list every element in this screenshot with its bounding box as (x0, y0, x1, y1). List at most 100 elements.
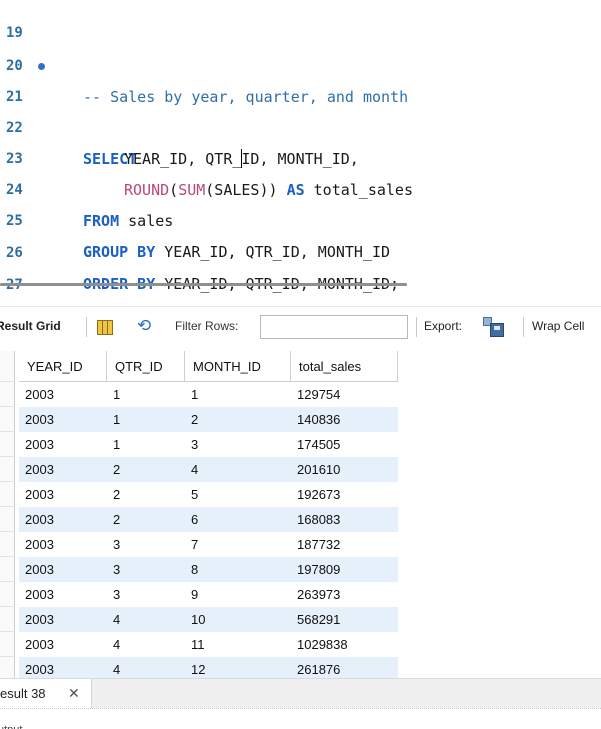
cell-year-id[interactable]: 2003 (19, 582, 107, 607)
cell-month-id[interactable]: 1 (185, 382, 291, 407)
code-line-20[interactable]: 20 -- Sales by year, quarter, and month (0, 20, 601, 106)
table-row[interactable]: 2003 3 7 187732 (0, 532, 398, 557)
result-toolbar: Result Grid ⟲ Filter Rows: Export: Wrap … (0, 306, 601, 346)
row-header[interactable] (0, 382, 15, 407)
table-row[interactable]: 2003 1 3 174505 (0, 432, 398, 457)
code-line-21[interactable]: 21 SELECT (0, 51, 601, 168)
table-row[interactable]: 2003 4 10 568291 (0, 607, 398, 632)
cell-total-sales[interactable]: 140836 (291, 407, 398, 432)
row-header[interactable] (0, 457, 15, 482)
cell-qtr-id[interactable]: 3 (107, 557, 185, 582)
table-row[interactable]: 2003 3 9 263973 (0, 582, 398, 607)
cell-year-id[interactable]: 2003 (19, 482, 107, 507)
row-header[interactable] (0, 482, 15, 507)
cell-year-id[interactable]: 2003 (19, 632, 107, 657)
cell-total-sales[interactable]: 263973 (291, 582, 398, 607)
code-line-23[interactable]: 23 ROUND(SUM(SALES)) AS total_sales (0, 113, 601, 199)
cell-qtr-id[interactable]: 2 (107, 482, 185, 507)
cell-year-id[interactable]: 2003 (19, 457, 107, 482)
cell-month-id[interactable]: 9 (185, 582, 291, 607)
cell-year-id[interactable]: 2003 (19, 432, 107, 457)
cell-total-sales[interactable]: 197809 (291, 557, 398, 582)
cell-month-id[interactable]: 5 (185, 482, 291, 507)
cell-total-sales[interactable]: 192673 (291, 482, 398, 507)
editor-horizontal-scrollbar[interactable] (0, 283, 407, 286)
cell-month-id[interactable]: 3 (185, 432, 291, 457)
cell-year-id[interactable]: 2003 (19, 507, 107, 532)
cell-total-sales[interactable]: 129754 (291, 382, 398, 407)
cell-year-id[interactable]: 2003 (19, 382, 107, 407)
cell-qtr-id[interactable]: 2 (107, 457, 185, 482)
cell-month-id[interactable]: 4 (185, 457, 291, 482)
cell-qtr-id[interactable]: 2 (107, 507, 185, 532)
refresh-icon[interactable]: ⟲ (137, 317, 151, 334)
cell-qtr-id[interactable]: 3 (107, 532, 185, 557)
cell-month-id[interactable]: 12 (185, 657, 291, 678)
cell-qtr-id[interactable]: 3 (107, 582, 185, 607)
cell-year-id[interactable]: 2003 (19, 607, 107, 632)
cell-year-id[interactable]: 2003 (19, 532, 107, 557)
result-tab-label: esult 38 (0, 686, 46, 701)
form-editor-icon[interactable] (97, 320, 113, 335)
column-header-month-id[interactable]: MONTH_ID (185, 351, 291, 382)
table-row[interactable]: 2003 2 4 201610 (0, 457, 398, 482)
cell-month-id[interactable]: 6 (185, 507, 291, 532)
row-header[interactable] (0, 432, 15, 457)
row-header[interactable] (0, 657, 15, 678)
output-panel-header: utput (0, 708, 601, 729)
row-header[interactable] (0, 407, 15, 432)
table-row[interactable]: 2003 2 5 192673 (0, 482, 398, 507)
table-row[interactable]: 2003 1 1 129754 (0, 382, 398, 407)
cell-qtr-id[interactable]: 4 (107, 632, 185, 657)
result-grid-button[interactable]: Result Grid (0, 319, 61, 333)
column-header-qtr-id[interactable]: QTR_ID (107, 351, 185, 382)
code-line-19[interactable]: 19 (0, 0, 601, 41)
cell-total-sales[interactable]: 168083 (291, 507, 398, 532)
filter-rows-input[interactable] (260, 315, 408, 339)
table-row[interactable]: 2003 2 6 168083 (0, 507, 398, 532)
cell-month-id[interactable]: 8 (185, 557, 291, 582)
cell-year-id[interactable]: 2003 (19, 407, 107, 432)
cell-qtr-id[interactable]: 4 (107, 657, 185, 678)
close-icon[interactable]: ✕ (68, 685, 80, 702)
wrap-cell-label[interactable]: Wrap Cell (532, 319, 584, 333)
cell-year-id[interactable]: 2003 (19, 657, 107, 678)
column-header-total-sales[interactable]: total_sales (291, 351, 398, 382)
cell-total-sales[interactable]: 201610 (291, 457, 398, 482)
code-line-26[interactable]: 26 ORDER BY YEAR_ID, QTR_ID, MONTH_ID; (0, 207, 601, 293)
code-line-25[interactable]: 25 GROUP BY YEAR_ID, QTR_ID, MONTH_ID (0, 175, 601, 261)
row-header[interactable] (0, 557, 15, 582)
result-grid[interactable]: YEAR_ID QTR_ID MONTH_ID total_sales 2003… (0, 351, 398, 678)
cell-total-sales[interactable]: 568291 (291, 607, 398, 632)
row-header[interactable] (0, 632, 15, 657)
cell-month-id[interactable]: 11 (185, 632, 291, 657)
table-row[interactable]: 2003 3 8 197809 (0, 557, 398, 582)
table-row[interactable]: 2003 4 11 1029838 (0, 632, 398, 657)
table-row[interactable]: 2003 1 2 140836 (0, 407, 398, 432)
row-header[interactable] (0, 607, 15, 632)
table-row[interactable]: 2003 4 12 261876 (0, 657, 398, 678)
cell-qtr-id[interactable]: 1 (107, 432, 185, 457)
code-line-27[interactable]: 27 (0, 239, 601, 293)
cell-qtr-id[interactable]: 1 (107, 407, 185, 432)
cell-qtr-id[interactable]: 1 (107, 382, 185, 407)
result-tab[interactable]: esult 38 ✕ (0, 679, 92, 708)
sql-editor[interactable]: 19 20 -- Sales by year, quarter, and mon… (0, 0, 601, 293)
cell-total-sales[interactable]: 261876 (291, 657, 398, 678)
cell-total-sales[interactable]: 174505 (291, 432, 398, 457)
cell-qtr-id[interactable]: 4 (107, 607, 185, 632)
export-icon[interactable] (483, 317, 505, 337)
row-header[interactable] (0, 582, 15, 607)
cell-month-id[interactable]: 10 (185, 607, 291, 632)
cell-month-id[interactable]: 2 (185, 407, 291, 432)
row-header[interactable] (0, 532, 15, 557)
code-line-24[interactable]: 24 FROM sales (0, 144, 601, 230)
cell-month-id[interactable]: 7 (185, 532, 291, 557)
cell-total-sales[interactable]: 187732 (291, 532, 398, 557)
cell-year-id[interactable]: 2003 (19, 557, 107, 582)
code-line-22[interactable]: 22 YEAR_ID, QTR_ID, MONTH_ID, (0, 82, 601, 168)
row-header[interactable] (0, 507, 15, 532)
toolbar-divider (86, 317, 87, 337)
column-header-year-id[interactable]: YEAR_ID (19, 351, 107, 382)
cell-total-sales[interactable]: 1029838 (291, 632, 398, 657)
